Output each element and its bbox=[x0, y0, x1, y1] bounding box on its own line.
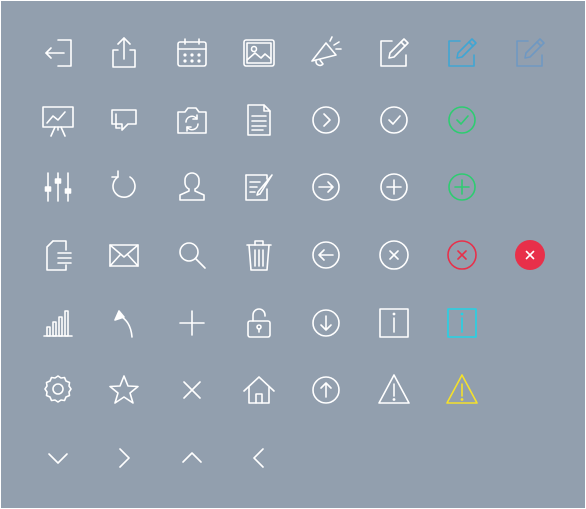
compose-icon bbox=[239, 167, 279, 207]
chevron-right-circle-icon bbox=[306, 100, 346, 140]
reply-arrow-icon bbox=[104, 303, 144, 343]
check-circle-icon bbox=[374, 100, 414, 140]
sliders-icon bbox=[38, 167, 78, 207]
share-upload-icon bbox=[104, 33, 144, 73]
edit-square-icon bbox=[510, 33, 550, 73]
chevron-right-icon bbox=[104, 438, 144, 478]
sign-out-icon bbox=[38, 33, 78, 73]
mail-icon bbox=[104, 235, 144, 275]
plus-circle-icon bbox=[442, 167, 482, 207]
close-icon bbox=[172, 370, 212, 410]
icon-sheet bbox=[1, 1, 585, 508]
image-icon bbox=[239, 33, 279, 73]
trash-icon bbox=[239, 235, 279, 275]
warning-icon bbox=[374, 370, 414, 410]
star-icon bbox=[104, 370, 144, 410]
warning-icon bbox=[442, 370, 482, 410]
check-circle-icon bbox=[442, 100, 482, 140]
bar-chart-icon bbox=[38, 303, 78, 343]
arrow-left-circle-icon bbox=[306, 235, 346, 275]
file-list-icon bbox=[38, 235, 78, 275]
close-circle-filled-icon bbox=[510, 235, 550, 275]
info-box-icon bbox=[442, 303, 482, 343]
close-circle-icon bbox=[374, 235, 414, 275]
unlock-icon bbox=[239, 303, 279, 343]
arrow-down-circle-icon bbox=[306, 303, 346, 343]
document-icon bbox=[239, 100, 279, 140]
close-circle-icon bbox=[442, 235, 482, 275]
chevron-down-icon bbox=[38, 438, 78, 478]
plus-circle-icon bbox=[374, 167, 414, 207]
arrow-up-circle-icon bbox=[306, 370, 346, 410]
search-icon bbox=[172, 235, 212, 275]
edit-square-icon bbox=[442, 33, 482, 73]
arrow-right-circle-icon bbox=[306, 167, 346, 207]
gear-icon bbox=[38, 370, 78, 410]
chat-bubbles-icon bbox=[104, 100, 144, 140]
presentation-chart-icon bbox=[38, 100, 78, 140]
chevron-left-icon bbox=[239, 438, 279, 478]
camera-switch-icon bbox=[172, 100, 212, 140]
user-icon bbox=[172, 167, 212, 207]
info-box-icon bbox=[374, 303, 414, 343]
edit-square-icon bbox=[374, 33, 414, 73]
refresh-icon bbox=[104, 167, 144, 207]
calendar-icon bbox=[172, 33, 212, 73]
plus-icon bbox=[172, 303, 212, 343]
megaphone-icon bbox=[306, 33, 346, 73]
chevron-up-icon bbox=[172, 438, 212, 478]
home-icon bbox=[239, 370, 279, 410]
